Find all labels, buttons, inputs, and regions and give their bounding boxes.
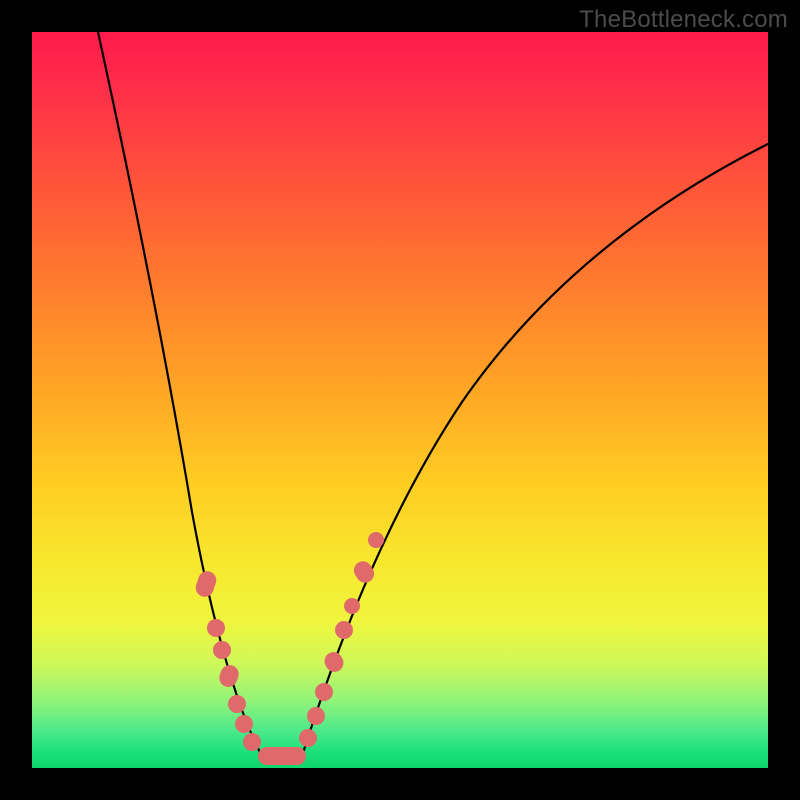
marker-left-pill-3 (217, 663, 241, 690)
marker-right-dot-4 (335, 621, 353, 639)
marker-left-dot-2 (213, 641, 231, 659)
marker-left-dot-4 (228, 695, 246, 713)
marker-left-dot-1 (207, 619, 225, 637)
curve-left-branch (98, 32, 262, 756)
plot-area (32, 32, 768, 768)
marker-right-dot-0 (299, 729, 317, 747)
markers-group (193, 532, 384, 765)
marker-left-pill-0 (193, 569, 218, 599)
marker-right-dot-7 (368, 532, 384, 548)
marker-left-dot-6 (243, 733, 261, 751)
watermark-text: TheBottleneck.com (579, 6, 788, 34)
marker-right-pill-3 (321, 649, 346, 675)
marker-right-pill-6 (351, 558, 378, 586)
stage: TheBottleneck.com (0, 0, 800, 800)
marker-right-dot-5 (344, 598, 360, 614)
curve-right-branch (302, 144, 768, 756)
marker-right-dot-2 (315, 683, 333, 701)
marker-left-dot-5 (235, 715, 253, 733)
marker-bottom-pill (258, 747, 306, 765)
marker-right-dot-1 (307, 707, 325, 725)
chart-svg (32, 32, 768, 768)
